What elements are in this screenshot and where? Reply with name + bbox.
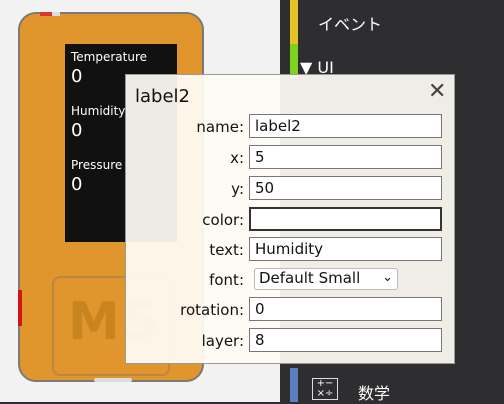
- font-select-value: Default Small: [259, 269, 361, 287]
- text-field[interactable]: [249, 237, 442, 261]
- text-label: text:: [209, 241, 244, 259]
- close-icon[interactable]: ✕: [428, 79, 446, 104]
- name-label: name:: [196, 118, 244, 136]
- calculator-icon: +− ×÷: [312, 378, 338, 400]
- layer-field[interactable]: [249, 328, 442, 352]
- font-label: font:: [209, 271, 244, 289]
- x-label: x:: [230, 149, 244, 167]
- screen-label-pressure[interactable]: Pressure: [71, 158, 122, 172]
- layer-label: layer:: [201, 332, 244, 350]
- properties-dialog: label2 ✕ name: x: y: color: text: font: …: [125, 74, 455, 364]
- screen-value-humidity[interactable]: 0: [71, 120, 82, 141]
- chevron-down-icon: ⌄: [382, 270, 393, 285]
- color-field[interactable]: [249, 207, 442, 231]
- font-select[interactable]: Default Small ⌄: [254, 268, 398, 290]
- screen-value-temperature[interactable]: 0: [71, 66, 82, 87]
- side-button: [18, 290, 22, 326]
- y-field[interactable]: [249, 176, 442, 200]
- category-color-event: [290, 0, 298, 44]
- screen-value-pressure[interactable]: 0: [71, 174, 82, 195]
- x-field[interactable]: [249, 145, 442, 169]
- color-label: color:: [202, 211, 244, 229]
- rotation-label: rotation:: [180, 301, 244, 319]
- y-label: y:: [231, 180, 244, 198]
- category-color-math: [290, 368, 298, 402]
- name-field[interactable]: [249, 114, 442, 138]
- screen-label-humidity[interactable]: Humidity: [71, 104, 125, 118]
- rotation-field[interactable]: [249, 297, 442, 321]
- screen-label-temperature[interactable]: Temperature: [71, 50, 147, 64]
- status-led: [40, 12, 52, 16]
- category-color-ui: [290, 44, 298, 78]
- category-event[interactable]: イベント: [318, 11, 382, 35]
- dialog-title: label2: [135, 86, 190, 107]
- category-math[interactable]: 数学: [358, 380, 390, 404]
- bottom-button: [94, 378, 132, 382]
- top-button: [52, 12, 60, 16]
